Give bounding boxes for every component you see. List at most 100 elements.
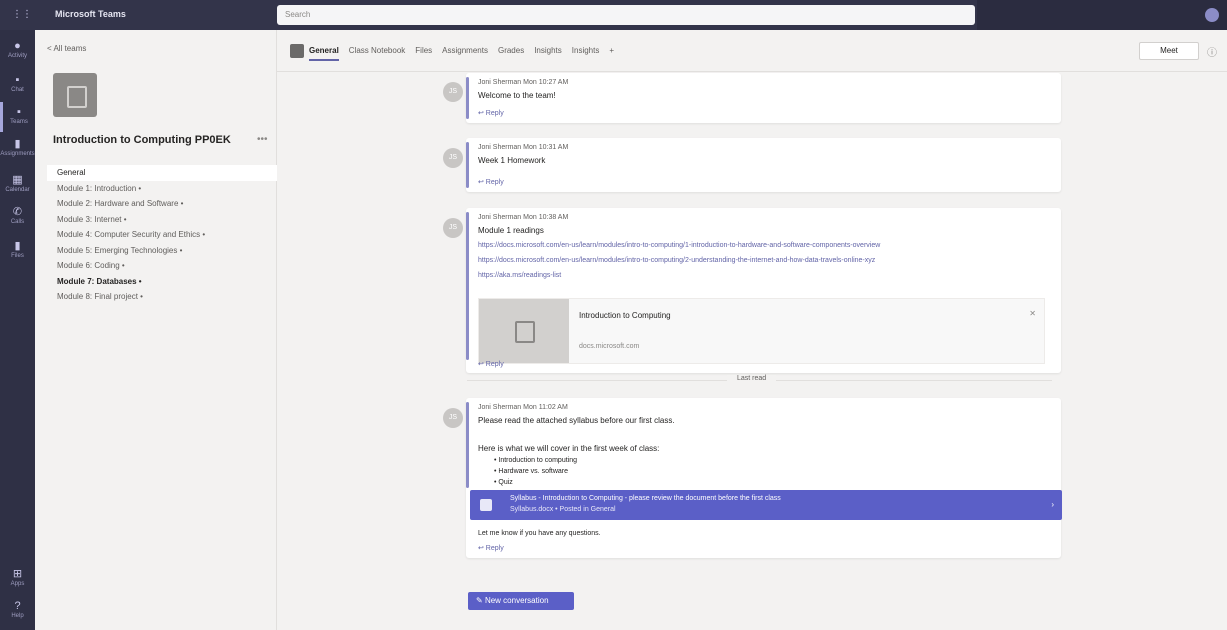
calendar-icon: ▦ xyxy=(12,174,23,186)
author-avatar: JS xyxy=(443,82,463,102)
author-avatar: JS xyxy=(443,408,463,428)
rail-item-chat[interactable]: ▪ Chat xyxy=(0,70,35,100)
channel-header: General Class Notebook Files Assignments… xyxy=(277,30,1227,72)
post-subject: Module 1 readings xyxy=(478,226,544,235)
tab-files[interactable]: Files xyxy=(415,46,432,61)
post-meta: Joni Sherman Mon 10:38 AM xyxy=(478,214,568,221)
channel-module-8[interactable]: Module 8: Final project • xyxy=(47,289,277,305)
rail-label: Calls xyxy=(10,219,25,225)
channel-module-2[interactable]: Module 2: Hardware and Software • xyxy=(47,196,277,212)
app-launcher-icon[interactable]: ⋮⋮ xyxy=(12,10,32,20)
calls-icon: ✆ xyxy=(12,206,23,218)
post-author: Joni Sherman xyxy=(478,404,522,411)
channel-module-7[interactable]: Module 7: Databases • xyxy=(47,274,277,290)
post-card: Joni Sherman Mon 11:02 AM Please read th… xyxy=(466,398,1062,558)
rail-label: Help xyxy=(11,613,24,619)
rail-item-apps[interactable]: ⊞ Apps xyxy=(0,564,35,594)
rail-label: Files xyxy=(11,253,24,259)
preview-thumbnail xyxy=(479,299,569,363)
tab-assignments[interactable]: Assignments xyxy=(442,46,488,61)
channel-module-3[interactable]: Module 3: Internet • xyxy=(47,212,277,228)
document-icon xyxy=(480,499,492,511)
rail-item-assignments[interactable]: ▮ Assignments xyxy=(0,134,35,164)
post-time: Mon 11:02 AM xyxy=(523,404,568,411)
more-options-icon[interactable]: ••• xyxy=(257,134,268,145)
rail-label: Teams xyxy=(10,119,28,125)
rail-item-activity[interactable]: ● Activity xyxy=(0,36,35,66)
rail-label: Apps xyxy=(10,581,25,587)
channel-module-1[interactable]: Module 1: Introduction • xyxy=(47,181,277,197)
rail-item-calls[interactable]: ✆ Calls xyxy=(0,202,35,232)
rail-item-help[interactable]: ? Help xyxy=(0,596,35,626)
post-card: Joni Sherman Mon 10:38 AM Module 1 readi… xyxy=(466,208,1061,373)
rail-label: Activity xyxy=(7,53,27,59)
team-name: Introduction to Computing PP0EK xyxy=(53,134,231,146)
reply-link[interactable]: ↩ Reply xyxy=(478,360,504,368)
post-accent-bar xyxy=(466,77,469,119)
channel-module-5[interactable]: Module 5: Emerging Technologies • xyxy=(47,243,277,259)
post-footer-text: Let me know if you have any questions. xyxy=(478,530,601,537)
channel-main: General Class Notebook Files Assignments… xyxy=(277,30,1227,630)
meet-button[interactable]: Meet xyxy=(1139,42,1199,60)
info-icon[interactable]: ⓘ xyxy=(1207,44,1217,59)
post-author: Joni Sherman xyxy=(478,214,522,221)
last-read-label: Last read xyxy=(727,375,777,382)
author-avatar: JS xyxy=(443,218,463,238)
tab-insights[interactable]: Insights xyxy=(534,46,562,61)
link-preview-card[interactable]: Introduction to Computing docs.microsoft… xyxy=(478,298,1045,364)
team-panel: < All teams Introduction to Computing PP… xyxy=(35,30,277,630)
reply-link[interactable]: ↩ Reply xyxy=(478,544,504,552)
post-link[interactable]: https://docs.microsoft.com/en-us/learn/m… xyxy=(478,242,880,249)
channel-module-4[interactable]: Module 4: Computer Security and Ethics • xyxy=(47,227,277,243)
chevron-right-icon: › xyxy=(1051,500,1054,509)
reply-link[interactable]: ↩ Reply xyxy=(478,109,504,117)
rail-item-files[interactable]: ▮ Files xyxy=(0,236,35,266)
compose-icon: ✎ xyxy=(476,596,485,605)
channel-general[interactable]: General xyxy=(47,165,277,181)
post-subject: Welcome to the team! xyxy=(478,91,556,100)
attachment-subtitle: Syllabus.docx • Posted in General xyxy=(510,506,616,513)
rail-label: Calendar xyxy=(5,187,30,193)
post-card: Joni Sherman Mon 10:27 AM Welcome to the… xyxy=(466,73,1061,123)
reply-link[interactable]: ↩ Reply xyxy=(478,178,504,186)
all-teams-link[interactable]: < All teams xyxy=(47,44,86,53)
list-item: • Quiz xyxy=(494,479,513,486)
post-time: Mon 10:27 AM xyxy=(523,79,569,86)
tab-class-notebook[interactable]: Class Notebook xyxy=(349,46,405,61)
file-attachment-banner[interactable]: Syllabus - Introduction to Computing - p… xyxy=(470,490,1062,520)
tab-bar: General Class Notebook Files Assignments… xyxy=(309,46,614,61)
post-author: Joni Sherman xyxy=(478,79,522,86)
title-bar: ⋮⋮ Microsoft Teams Search xyxy=(0,0,1227,30)
titlebar-right-region xyxy=(977,0,1227,30)
help-icon: ? xyxy=(14,600,21,612)
files-icon: ▮ xyxy=(14,240,21,252)
post-accent-bar xyxy=(466,142,469,188)
post-link[interactable]: https://docs.microsoft.com/en-us/learn/m… xyxy=(478,257,875,264)
rail-label: Assignments xyxy=(0,151,35,157)
post-meta: Joni Sherman Mon 10:27 AM xyxy=(478,79,568,86)
app-rail: ● Activity ▪ Chat ▪ Teams ▮ Assignments ▦ Cal… xyxy=(0,30,35,630)
post-link[interactable]: https://aka.ms/readings-list xyxy=(478,272,561,279)
tab-posts[interactable]: General xyxy=(309,46,339,61)
tab-insights-2[interactable]: Insights xyxy=(572,46,600,61)
search-placeholder: Search xyxy=(285,10,311,19)
list-item: • Introduction to computing xyxy=(494,457,577,464)
search-input[interactable]: Search xyxy=(277,5,975,25)
app-title: Microsoft Teams xyxy=(55,9,126,19)
post-author: Joni Sherman xyxy=(478,144,522,151)
user-avatar[interactable] xyxy=(1205,8,1219,22)
add-tab-button[interactable]: + xyxy=(609,46,614,61)
rail-item-calendar[interactable]: ▦ Calendar xyxy=(0,170,35,200)
post-subject: Week 1 Homework xyxy=(478,156,546,165)
post-accent-bar xyxy=(466,402,469,488)
assignments-icon: ▮ xyxy=(14,138,21,150)
tab-grades[interactable]: Grades xyxy=(498,46,524,61)
attachment-title: Syllabus - Introduction to Computing - p… xyxy=(510,495,781,502)
new-conversation-label: New conversation xyxy=(484,596,549,605)
channel-module-6[interactable]: Module 6: Coding • xyxy=(47,258,277,274)
post-meta: Joni Sherman Mon 10:31 AM xyxy=(478,144,568,151)
rail-label: Chat xyxy=(11,87,24,93)
rail-item-teams[interactable]: ▪ Teams xyxy=(0,102,35,132)
close-icon[interactable]: ✕ xyxy=(1029,309,1036,318)
new-conversation-button[interactable]: ✎ New conversation xyxy=(468,592,574,610)
